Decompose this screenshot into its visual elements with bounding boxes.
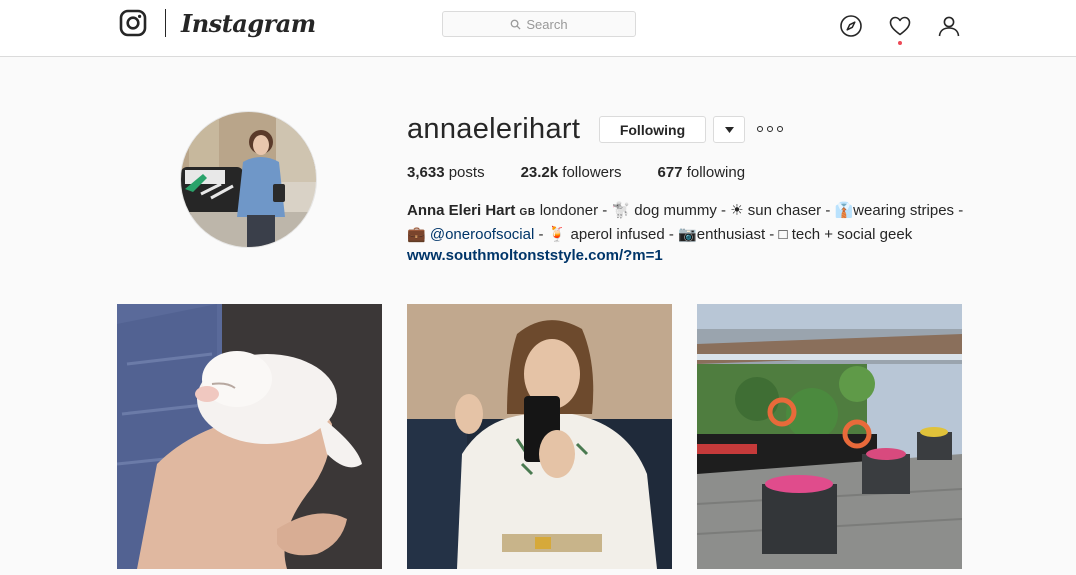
bio-text-1: londoner - bbox=[535, 202, 612, 219]
suggestions-dropdown-button[interactable] bbox=[713, 116, 745, 143]
dog-emoji-icon: 🐩 bbox=[611, 201, 631, 219]
post-thumbnail-3[interactable] bbox=[697, 304, 962, 569]
search-icon bbox=[511, 19, 521, 30]
puppy-in-hands-photo bbox=[117, 304, 382, 569]
following-count: 677 bbox=[657, 164, 683, 181]
top-navigation-bar: Instagram Search bbox=[0, 0, 1076, 57]
posts-count: 3,633 bbox=[407, 164, 445, 181]
heart-icon[interactable] bbox=[888, 14, 912, 38]
bio-text-2: dog mummy - bbox=[630, 202, 731, 219]
bio-text-4: wearing stripes - bbox=[853, 202, 964, 219]
caret-down-icon bbox=[724, 126, 734, 133]
camera-emoji-icon: 📷 bbox=[678, 224, 697, 243]
search-input[interactable]: Search bbox=[442, 11, 636, 37]
instagram-glyph-icon[interactable] bbox=[119, 9, 147, 37]
bio-text-5: - bbox=[534, 225, 548, 243]
bio-text-7: enthusiast - bbox=[696, 225, 779, 243]
full-name: Anna Eleri Hart bbox=[407, 202, 516, 219]
notification-dot bbox=[898, 41, 902, 45]
bio-text-8: tech + social geek bbox=[787, 225, 913, 243]
canal-boat-flowers-photo bbox=[697, 304, 962, 569]
user-icon[interactable] bbox=[937, 14, 961, 38]
website-link[interactable]: www.southmoltonststyle.com/?m=1 bbox=[407, 245, 967, 267]
compass-icon[interactable] bbox=[839, 14, 863, 38]
following-button[interactable]: Following bbox=[599, 116, 706, 143]
post-thumbnail-2[interactable] bbox=[407, 304, 672, 569]
stripes-emoji-icon: 👔 bbox=[834, 201, 854, 219]
followers-count: 23.2k bbox=[520, 164, 559, 181]
flag-gb: GB bbox=[519, 207, 536, 218]
following-label: following bbox=[686, 164, 746, 181]
profile-stats: 3,633 posts 23.2k followers 677 followin… bbox=[407, 164, 781, 184]
drink-emoji-icon: 🍹 bbox=[547, 224, 567, 243]
logo-divider bbox=[165, 9, 166, 37]
posts-label: posts bbox=[448, 164, 485, 181]
profile-bio: Anna Eleri Hart GB londoner - 🐩 dog mumm… bbox=[407, 200, 967, 267]
briefcase-emoji-icon: 💼 bbox=[407, 224, 426, 243]
mirror-selfie-photo bbox=[407, 304, 672, 569]
bio-text-3: sun chaser - bbox=[743, 202, 835, 219]
bio-text-6: aperol infused - bbox=[566, 225, 679, 243]
following-stat[interactable]: 677 following bbox=[657, 164, 745, 184]
followers-label: followers bbox=[562, 164, 622, 181]
profile-username: annaelerihart bbox=[407, 113, 581, 145]
instagram-wordmark[interactable]: Instagram bbox=[181, 7, 316, 41]
missing-glyph-icon: □ bbox=[778, 225, 788, 243]
sun-emoji-icon: ☀ bbox=[730, 201, 744, 219]
profile-avatar[interactable] bbox=[180, 111, 317, 248]
search-placeholder: Search bbox=[526, 16, 568, 32]
posts-stat: 3,633 posts bbox=[407, 164, 485, 184]
bio-mention-link[interactable]: @oneroofsocial bbox=[430, 226, 534, 243]
more-options-icon[interactable] bbox=[757, 122, 783, 136]
followers-stat[interactable]: 23.2k followers bbox=[521, 164, 622, 184]
post-thumbnail-1[interactable] bbox=[117, 304, 382, 569]
